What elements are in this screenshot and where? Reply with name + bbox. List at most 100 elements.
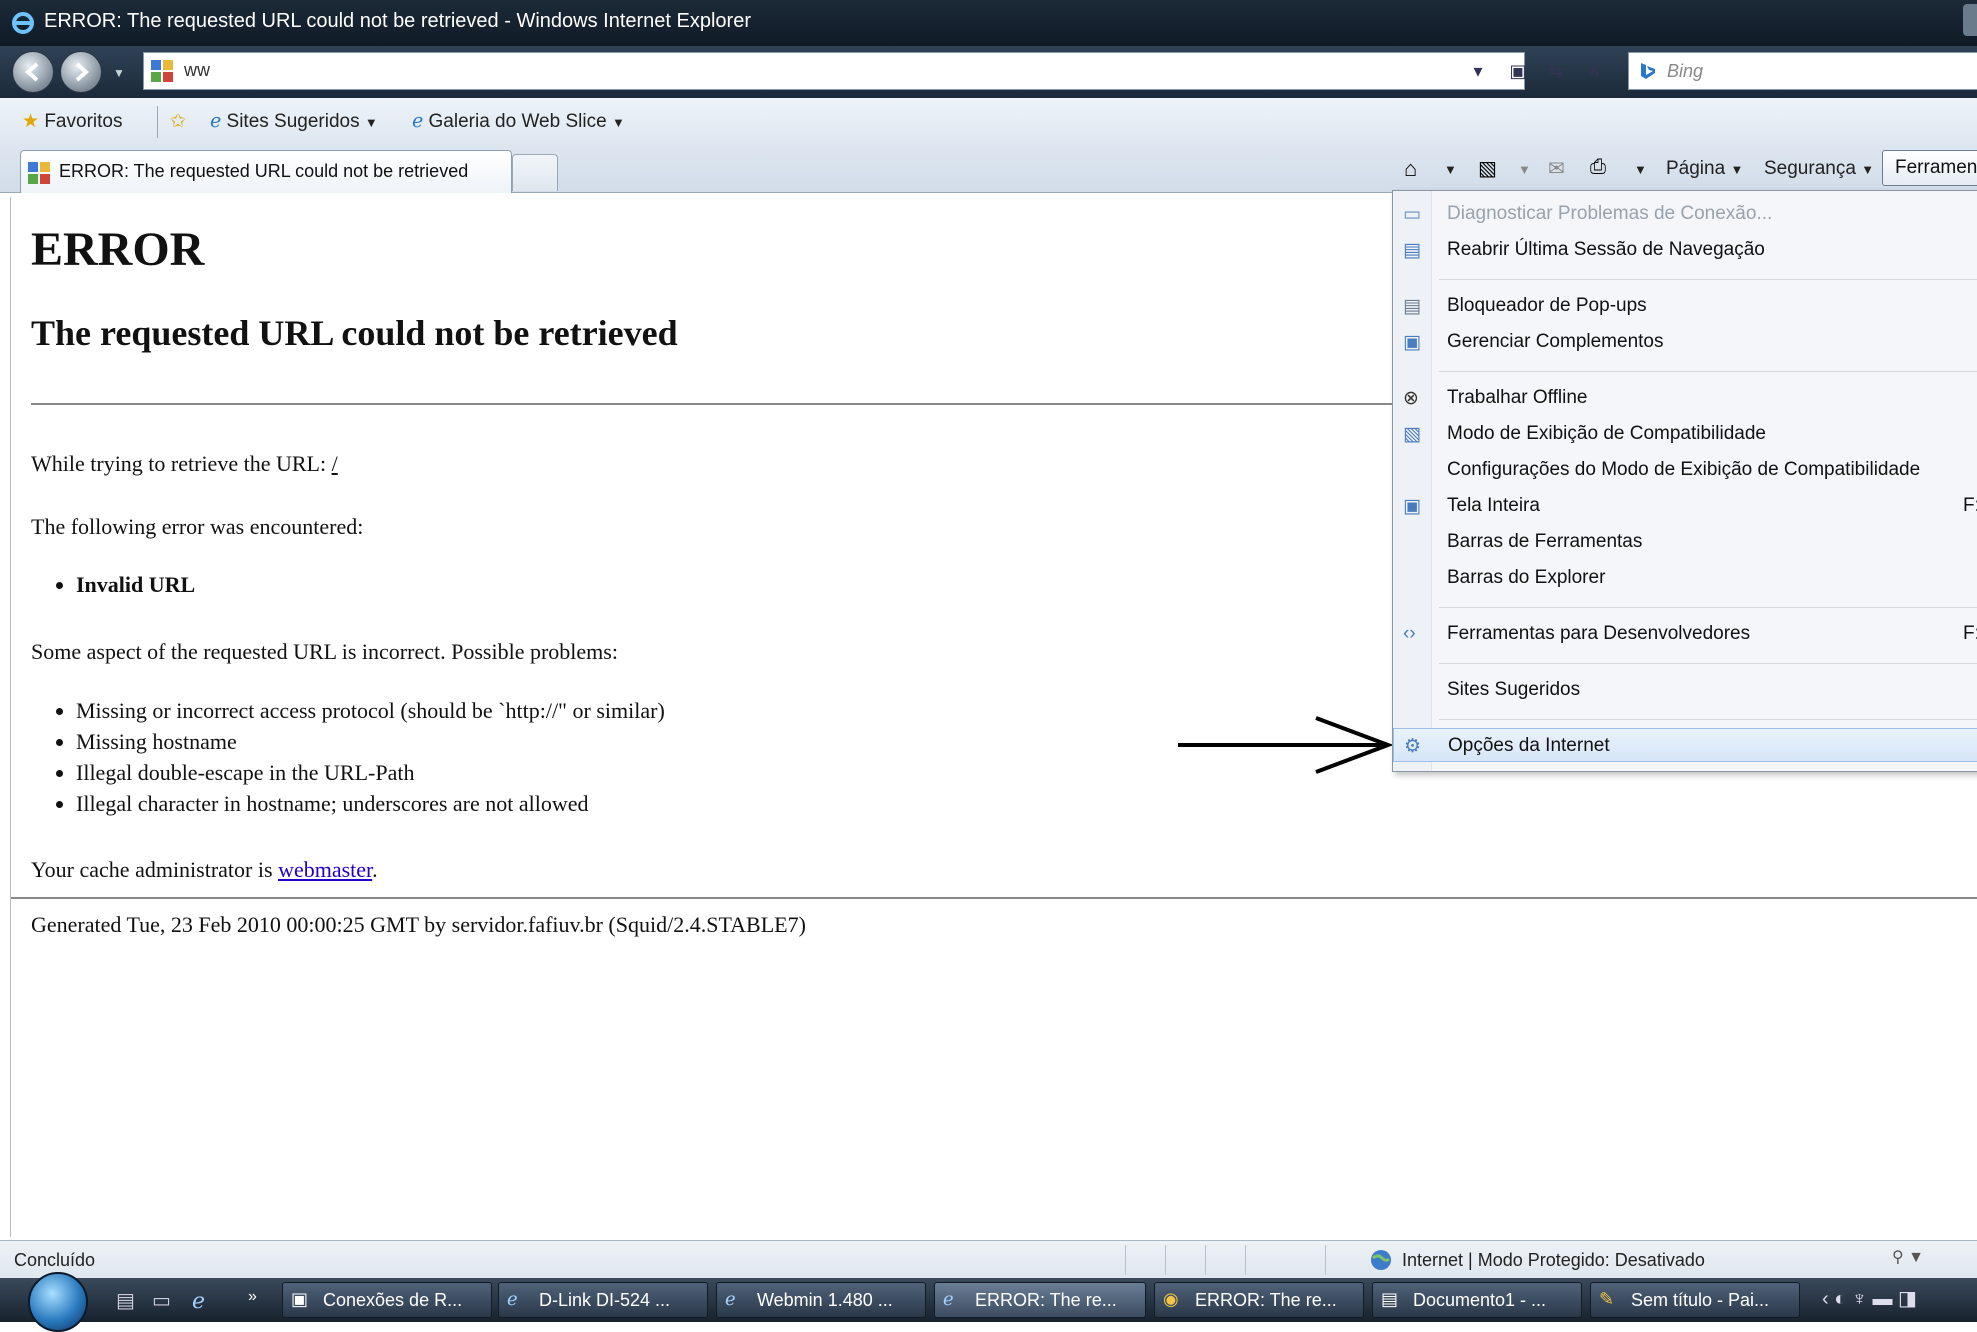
tools-dropdown-menu: ▭ Diagnosticar Problemas de Conexão... ▤…	[1392, 190, 1977, 772]
error-name: Invalid URL	[76, 569, 195, 600]
problems-intro: Some aspect of the requested URL is inco…	[31, 639, 618, 664]
internet-zone-globe-icon	[1371, 1250, 1391, 1270]
error-intro: The following error was encountered:	[31, 514, 364, 539]
tab-error-page[interactable]: ERROR: The requested URL could not be re…	[20, 150, 512, 193]
ie-page-icon: ℯ	[210, 111, 222, 132]
refresh-icon[interactable]: ⇆	[1542, 58, 1570, 84]
chevron-down-icon: ▼	[611, 115, 625, 130]
address-toolbar: ▼ ww ▾ ▣ ⇆ ✕ Bing	[0, 46, 1977, 98]
page-menu-button[interactable]: Página ▼	[1666, 158, 1743, 180]
status-divider	[1205, 1245, 1206, 1275]
add-to-favorites-bar-button[interactable]: ✩	[170, 110, 186, 133]
status-divider	[1125, 1245, 1126, 1275]
tray-expand-icon[interactable]: ‹	[1822, 1288, 1829, 1310]
tools-menu-label: Ferramentas	[1895, 157, 1977, 178]
status-divider	[1325, 1245, 1326, 1275]
taskbar-button-active[interactable]: ℯ ERROR: The re...	[934, 1282, 1146, 1318]
show-desktop-icon[interactable]: ▤	[116, 1288, 140, 1312]
window-title: ERROR: The requested URL could not be re…	[44, 10, 751, 32]
switch-windows-icon[interactable]: ▭	[152, 1288, 176, 1312]
suggested-sites-button[interactable]: ℯ Sites Sugeridos ▼	[210, 110, 378, 133]
favorites-separator	[157, 106, 158, 138]
chevron-down-icon: ▼	[364, 115, 378, 130]
mail-icon[interactable]: ✉	[1548, 156, 1572, 180]
webmaster-link[interactable]: webmaster	[278, 857, 372, 882]
new-tab-button[interactable]	[512, 154, 558, 191]
start-button[interactable]	[28, 1272, 88, 1332]
problems-list: Missing or incorrect access protocol (sh…	[31, 695, 665, 819]
ie-logo-icon	[12, 12, 34, 34]
ie-icon: ℯ	[943, 1289, 954, 1309]
security-zone-text[interactable]: Internet | Modo Protegido: Desativado	[1402, 1250, 1705, 1271]
back-button[interactable]	[12, 51, 54, 93]
feeds-dropdown-icon[interactable]: ▼	[1518, 162, 1531, 177]
address-input[interactable]: ww	[184, 60, 210, 81]
address-dropdown-icon[interactable]: ▾	[1464, 58, 1492, 84]
tray-monitor-icon[interactable]: ▬	[1872, 1288, 1892, 1310]
forward-button[interactable]	[60, 51, 102, 93]
home-dropdown-icon[interactable]: ▼	[1444, 162, 1457, 177]
zoom-control[interactable]: ⚲ ▼	[1892, 1247, 1952, 1273]
menu-separator	[1439, 719, 1977, 720]
tab-title: ERROR: The requested URL could not be re…	[59, 161, 469, 181]
system-tray: ‹ ◐ ♆ ▬ ◨	[1822, 1286, 1917, 1314]
offline-icon: ⊗	[1403, 388, 1419, 409]
address-bar[interactable]: ww ▾ ▣ ⇆ ✕	[143, 52, 1602, 90]
menu-item-developer-tools[interactable]: ‹› Ferramentas para Desenvolvedores F:	[1393, 617, 1977, 651]
stop-icon[interactable]: ✕	[1580, 58, 1608, 84]
security-menu-button[interactable]: Segurança ▼	[1764, 158, 1874, 180]
chevron-down-icon: ▼	[1861, 162, 1875, 177]
menu-item-diagnose-connection[interactable]: ▭ Diagnosticar Problemas de Conexão...	[1393, 197, 1977, 231]
search-box[interactable]: Bing	[1628, 52, 1977, 90]
print-icon[interactable]: ⎙	[1590, 156, 1614, 180]
paint-icon: ✎	[1599, 1289, 1615, 1309]
taskbar-button[interactable]: ℯ D-Link DI-524 ...	[498, 1282, 708, 1318]
chevron-down-icon: ▼	[1730, 162, 1744, 177]
menu-item-reopen-session[interactable]: ▤ Reabrir Última Sessão de Navegação	[1393, 233, 1977, 267]
tools-menu-button[interactable]: Ferramentas	[1882, 150, 1977, 186]
admin-paragraph: Your cache administrator is webmaster.	[31, 857, 378, 883]
generated-footer: Generated Tue, 23 Feb 2010 00:00:25 GMT …	[31, 912, 806, 937]
fullscreen-icon: ▣	[1403, 496, 1421, 517]
menu-item-suggested-sites[interactable]: Sites Sugeridos	[1393, 673, 1977, 707]
tab-favicon-icon	[28, 162, 50, 184]
add-favorite-star-icon: ✩	[170, 111, 186, 132]
taskbar-button[interactable]: ◉ ERROR: The re...	[1154, 1282, 1364, 1318]
menu-item-explorer-bars[interactable]: Barras do Explorer	[1393, 561, 1977, 595]
recent-pages-dropdown-icon[interactable]: ▼	[113, 66, 125, 80]
window-minimize-button[interactable]	[1963, 4, 1977, 36]
ie-quicklaunch-icon[interactable]: ℯ	[192, 1288, 216, 1313]
tray-app-icon[interactable]: ◐	[1834, 1288, 1846, 1310]
quicklaunch-overflow-icon[interactable]: »	[248, 1288, 272, 1312]
suggested-sites-label: Sites Sugeridos	[226, 111, 360, 132]
favorites-label: Favoritos	[44, 111, 123, 132]
taskbar-button[interactable]: ℯ Webmin 1.480 ...	[716, 1282, 926, 1318]
tray-volume-icon[interactable]: ◨	[1898, 1288, 1917, 1310]
menu-item-work-offline[interactable]: ⊗ Trabalhar Offline	[1393, 381, 1977, 415]
tray-network-icon[interactable]: ♆	[1852, 1288, 1867, 1310]
menu-item-popup-blocker[interactable]: ▤ Bloqueador de Pop-ups	[1393, 289, 1977, 323]
home-icon[interactable]: ⌂	[1404, 156, 1428, 181]
taskbar-button[interactable]: ▣ Conexões de R...	[282, 1282, 492, 1318]
admin-text: Your cache administrator is	[31, 857, 279, 882]
menu-item-compatibility-view[interactable]: ▧ Modo de Exibição de Compatibilidade	[1393, 417, 1977, 451]
network-connections-icon: ▣	[291, 1289, 309, 1309]
web-slice-gallery-button[interactable]: ℯ Galeria do Web Slice ▼	[412, 110, 625, 133]
taskbar-button[interactable]: ✎ Sem título - Pai...	[1590, 1282, 1800, 1318]
menu-item-internet-options[interactable]: ⚙ Opções da Internet	[1393, 728, 1977, 762]
favorites-button[interactable]: ★ Favoritos	[22, 110, 122, 133]
site-favicon-icon	[151, 60, 173, 82]
retrieve-url-link[interactable]: /	[332, 451, 338, 476]
menu-item-compatibility-settings[interactable]: Configurações do Modo de Exibição de Com…	[1393, 453, 1977, 487]
ie-icon: ℯ	[507, 1289, 518, 1309]
print-dropdown-icon[interactable]: ▼	[1634, 162, 1647, 177]
menu-item-manage-addons[interactable]: ▣ Gerenciar Complementos	[1393, 325, 1977, 359]
error-list: Invalid URL	[31, 569, 195, 600]
menu-item-fullscreen[interactable]: ▣ Tela Inteira F:	[1393, 489, 1977, 523]
compatibility-view-icon[interactable]: ▣	[1504, 58, 1532, 84]
page-heading: ERROR	[31, 223, 205, 276]
list-item: Illegal character in hostname; underscor…	[76, 788, 665, 819]
menu-item-toolbars[interactable]: Barras de Ferramentas	[1393, 525, 1977, 559]
feeds-icon[interactable]: ▧	[1478, 156, 1502, 180]
taskbar-button[interactable]: ▤ Documento1 - ...	[1372, 1282, 1582, 1318]
